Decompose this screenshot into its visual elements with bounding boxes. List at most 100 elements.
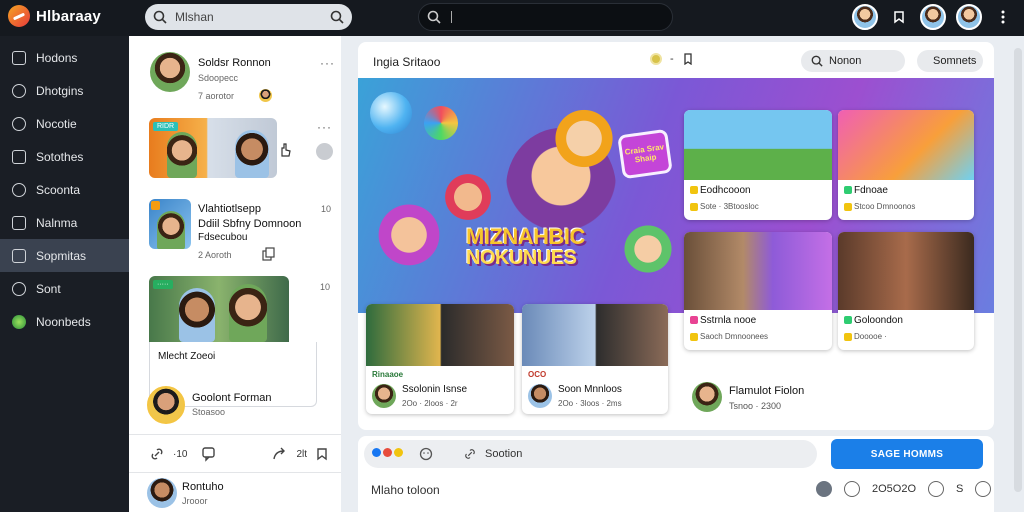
post-author-name[interactable]: Rontuho: [182, 481, 224, 493]
search-submit-icon[interactable]: [330, 10, 344, 24]
reaction-avatar: [259, 89, 272, 102]
post-author-avatar[interactable]: [150, 52, 190, 92]
main-panel: Ingia Sritaoo - Nonon Somnets Craia Srav…: [358, 42, 994, 430]
emoji-icon[interactable]: [844, 481, 860, 497]
nav-item-scoonta[interactable]: Scoonta: [0, 173, 129, 206]
primary-action-button[interactable]: SAGE HOMMS: [831, 439, 983, 469]
record-icon[interactable]: [816, 481, 832, 497]
copy-icon[interactable]: [261, 247, 275, 261]
post-actions: ·10 2lt: [149, 444, 329, 464]
panel-header: Ingia Sritaoo - Nonon Somnets: [358, 42, 994, 80]
post-author-name[interactable]: Soldsr Ronnon: [198, 57, 271, 69]
reaction-icons[interactable]: [372, 448, 405, 460]
post-thumbnail[interactable]: [149, 199, 191, 249]
post-meta: Sdoopecc: [198, 73, 239, 83]
post-more-icon[interactable]: ···: [320, 56, 335, 70]
nav-label: Dhotgins: [36, 83, 84, 98]
nav-item-dhotgins[interactable]: Dhotgins: [0, 74, 129, 107]
card-title: Fdnoae: [844, 185, 888, 196]
card-thumbnail: [684, 110, 832, 180]
video-card[interactable]: Eodhcooon Sote · 3Btoosloc: [684, 110, 832, 220]
filter-button[interactable]: Somnets: [917, 50, 983, 72]
post-more-icon[interactable]: ···: [317, 120, 332, 134]
creator-name[interactable]: Flamulot Fiolon: [729, 385, 804, 397]
bookmark-icon[interactable]: [888, 6, 910, 28]
image-tag: ·····: [153, 280, 173, 289]
feed-column: Soldsr Ronnon Sdoopecc 7 aorotor ··· RID…: [129, 36, 341, 512]
video-card[interactable]: Sstrnla nooe Saoch Dmnoonees: [684, 232, 832, 350]
post-author-name[interactable]: Goolont Forman: [192, 392, 271, 404]
comment-placeholder: Sootion: [485, 448, 523, 460]
pointer-hand-icon: [281, 143, 291, 157]
more-vertical-icon[interactable]: [992, 6, 1014, 28]
search-icon: [811, 55, 823, 67]
creator-meta: Tsnoo · 2300: [729, 401, 782, 411]
account-avatar[interactable]: [956, 4, 982, 30]
settings-icon[interactable]: [975, 481, 992, 497]
camera-icon: [12, 182, 26, 197]
page-scrollbar[interactable]: [1014, 48, 1022, 492]
profile-avatar[interactable]: [852, 4, 878, 30]
post-thumbnail[interactable]: RIDR: [149, 118, 277, 178]
smile-icon[interactable]: [928, 481, 945, 497]
tag-icon: [844, 332, 852, 341]
emoji-icon[interactable]: [419, 447, 433, 461]
nav-item-nocotie[interactable]: Nocotie: [0, 107, 129, 140]
info-icon[interactable]: [316, 143, 333, 160]
card-thumbnail: [684, 232, 832, 310]
post-image[interactable]: ·····: [149, 276, 289, 342]
friend-avatar[interactable]: [920, 4, 946, 30]
search-input[interactable]: Mlshan: [175, 10, 330, 24]
card-meta: 2Oo · 3loos · 2ms: [558, 399, 622, 408]
person-image: [235, 130, 269, 178]
card-title: Eodhcooon: [690, 185, 751, 196]
search-button[interactable]: Nonon: [801, 50, 905, 72]
post-caption: Mlecht Zoeoi: [158, 351, 216, 362]
global-search-input[interactable]: [418, 3, 673, 31]
nav-item-hodons[interactable]: Hodons: [0, 41, 129, 74]
search-icon: [153, 10, 167, 24]
bookmark-icon[interactable]: [682, 53, 694, 65]
post-time: 7 aorotor: [198, 91, 235, 101]
nav-item-nalnma[interactable]: Nalnma: [0, 206, 129, 239]
link-icon[interactable]: [463, 447, 477, 461]
channel-avatar: [528, 384, 552, 408]
brand[interactable]: Hlbaraay: [8, 5, 101, 27]
gallery-icon: [12, 248, 26, 263]
character-boy: [554, 100, 614, 170]
comment-icon[interactable]: [201, 446, 217, 462]
nav-item-sopmitas[interactable]: Sopmitas: [0, 239, 129, 272]
post-count: 10: [321, 204, 332, 214]
nav-item-sotothes[interactable]: Sotothes: [0, 140, 129, 173]
share-arrow-icon[interactable]: [272, 446, 288, 462]
bubble-decoration: [370, 92, 412, 134]
video-card[interactable]: Rinaaoe Ssolonin Isnse 2Oo · 2loos · 2r: [366, 304, 514, 414]
bookmark-icon[interactable]: [315, 447, 329, 461]
creator-avatar[interactable]: [692, 382, 722, 412]
nav-item-sont[interactable]: Sont: [0, 272, 129, 305]
card-tag: OCO: [528, 370, 547, 379]
tag-icon: [690, 332, 698, 341]
card-tag: Rinaaoe: [372, 370, 404, 379]
post-title-line2: Ddiil Sbfny Domnoon: [198, 218, 302, 230]
video-card[interactable]: Fdnoae Stcoo Dmnoonos: [838, 110, 974, 220]
post-author-avatar[interactable]: [147, 386, 185, 424]
comment-input[interactable]: Sootion: [364, 440, 817, 468]
search-bar[interactable]: Mlshan: [145, 4, 352, 30]
image-icon: [12, 50, 26, 65]
tag-icon: [844, 202, 852, 211]
banner-title: MIZNAHBIC NOKUNUES: [466, 226, 585, 269]
monitor-icon: [12, 215, 26, 230]
character-kid: [442, 166, 494, 228]
link-icon[interactable]: [149, 446, 165, 462]
post-title[interactable]: Vlahtiotlsepp: [198, 203, 261, 215]
tag-icon: [690, 316, 698, 325]
wand-icon: [12, 281, 26, 296]
play-icon: [12, 83, 26, 98]
coin-icon[interactable]: [650, 53, 662, 65]
video-card[interactable]: OCO Soon Mnnloos 2Oo · 3loos · 2ms: [522, 304, 668, 414]
nav-item-noonbeds[interactable]: Noonbeds: [0, 305, 129, 338]
post-author-avatar[interactable]: [147, 478, 177, 508]
character-child: [378, 198, 440, 280]
video-card[interactable]: Goloondon Dooooe ·: [838, 232, 974, 350]
